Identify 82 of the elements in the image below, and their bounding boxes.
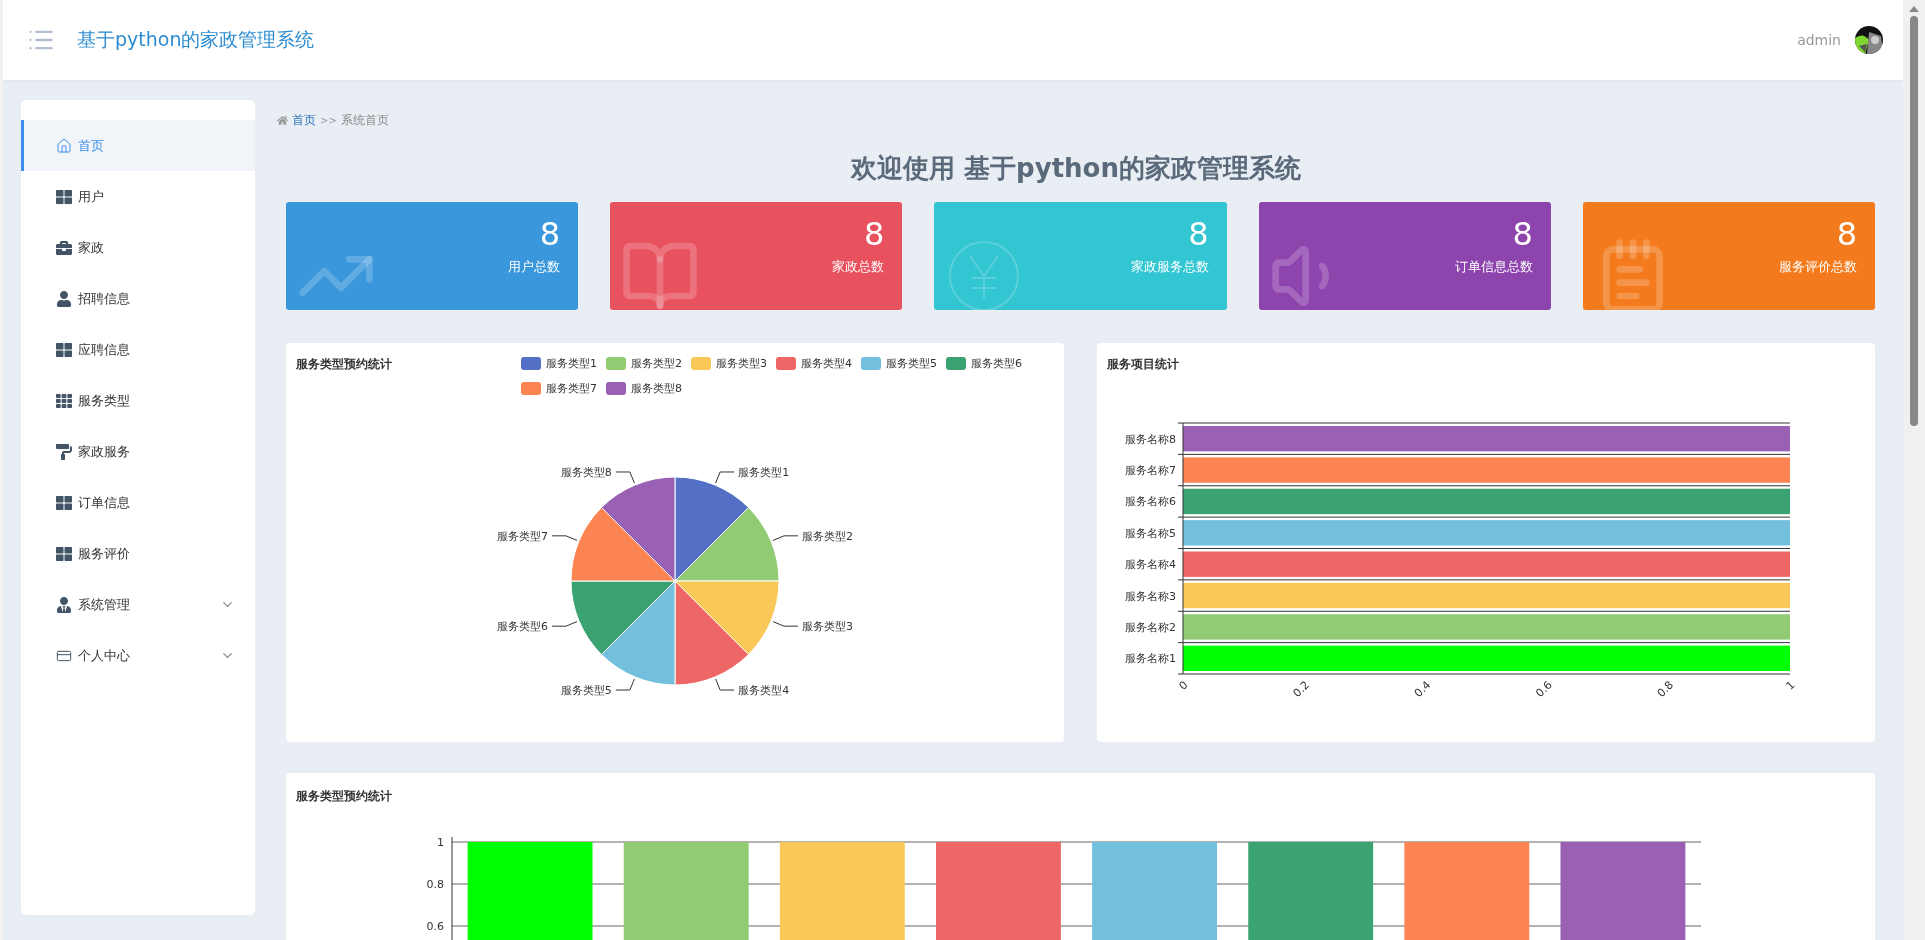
- sidebar-item[interactable]: 个人中心: [21, 630, 255, 681]
- axis-label: 服务名称7: [1125, 464, 1176, 478]
- tick-label: 0.4: [1411, 678, 1434, 700]
- slice-label: 服务类型5: [560, 684, 612, 697]
- grid-icon: [56, 545, 72, 562]
- stat-value: 8: [539, 214, 561, 254]
- tick-label: 0.8: [426, 878, 444, 891]
- breadcrumb-link[interactable]: 首页: [292, 112, 316, 129]
- axis-label: 服务名称2: [1125, 620, 1176, 634]
- leader-line: [551, 535, 578, 541]
- axis-label: 服务名称1: [1125, 652, 1176, 666]
- slice-label: 服务类型7: [497, 529, 548, 543]
- slice-label: 服务类型6: [497, 620, 548, 634]
- legend-label[interactable]: 服务类型6: [971, 355, 1022, 371]
- user-icon: [56, 290, 72, 307]
- axis-label: 服务名称5: [1125, 526, 1176, 540]
- slice-label: 服务类型3: [802, 620, 853, 634]
- tick-label: 0.6: [1533, 678, 1555, 700]
- legend-label[interactable]: 服务类型4: [801, 355, 852, 371]
- legend-label[interactable]: 服务类型5: [886, 355, 937, 371]
- legend-label[interactable]: 服务类型8: [631, 380, 682, 396]
- chart-title: 服务类型预约统计: [296, 789, 392, 803]
- stat-label: 家政服务总数: [1130, 258, 1209, 276]
- axis-label: 服务名称6: [1125, 495, 1176, 509]
- leader-line: [772, 621, 799, 627]
- grid-icon: [56, 188, 72, 205]
- tick-label: 0: [1176, 678, 1191, 693]
- user-icon: [56, 596, 72, 613]
- slice-label: 服务类型1: [738, 466, 790, 479]
- sidebar-item[interactable]: 家政服务: [21, 426, 255, 477]
- leader-line: [551, 621, 578, 627]
- legend-label[interactable]: 服务类型1: [546, 355, 597, 371]
- stat-value: 8: [1188, 214, 1209, 254]
- grid-icon: [56, 494, 72, 511]
- sidebar-item[interactable]: 系统管理: [21, 579, 255, 630]
- paint-roller-icon: [56, 443, 72, 460]
- sidebar-item[interactable]: 家政: [21, 222, 255, 273]
- leader-line: [715, 678, 735, 691]
- slice-label: 服务类型2: [802, 529, 853, 543]
- leader-line: [772, 535, 799, 541]
- legend-label[interactable]: 服务类型7: [546, 380, 597, 396]
- welcome-title: 欢迎使用 基于python的家政管理系统: [849, 152, 1302, 185]
- stat-label: 服务评价总数: [1779, 258, 1857, 276]
- breadcrumb-current: 系统首页: [340, 112, 389, 129]
- tick-label: 0.2: [1290, 678, 1312, 700]
- home-icon: [277, 115, 288, 126]
- sidebar-item[interactable]: 招聘信息: [21, 273, 255, 324]
- briefcase-icon: [56, 239, 72, 256]
- scroll-up-icon[interactable]: [1909, 6, 1919, 12]
- grid-icon: [56, 341, 72, 358]
- breadcrumb-separator: >>: [320, 115, 337, 126]
- legend-label[interactable]: 服务类型2: [631, 355, 682, 371]
- leader-line: [715, 471, 735, 484]
- leader-line: [615, 471, 635, 484]
- axis-label: 服务名称3: [1125, 589, 1176, 603]
- tick-label: 1: [1783, 678, 1798, 693]
- sidebar-item[interactable]: 服务评价: [21, 528, 255, 579]
- sidebar-item[interactable]: 服务类型: [21, 375, 255, 426]
- scrollbar-thumb[interactable]: [1910, 16, 1918, 426]
- sidebar-item[interactable]: 应聘信息: [21, 324, 255, 375]
- legend-label[interactable]: 服务类型3: [716, 355, 767, 371]
- leader-line: [615, 678, 635, 691]
- chart-title: 服务项目统计: [1107, 356, 1179, 373]
- stat-label: 订单信息总数: [1454, 258, 1533, 276]
- stat-label: 家政总数: [832, 258, 885, 276]
- axis-label: 服务名称8: [1125, 432, 1176, 446]
- stat-value: 8: [864, 214, 885, 254]
- stat-value: 8: [1836, 214, 1857, 254]
- slice-label: 服务类型4: [738, 684, 790, 697]
- grid-icon: [56, 392, 72, 409]
- sidebar-item[interactable]: 订单信息: [21, 477, 255, 528]
- stat-value: 8: [1512, 214, 1533, 254]
- app-title: 基于python的家政管理系统: [77, 27, 316, 52]
- tick-label: 1: [437, 836, 444, 849]
- tick-label: 0.8: [1654, 678, 1677, 700]
- sidebar-item[interactable]: 用户: [21, 171, 255, 222]
- home-icon: [56, 137, 72, 154]
- chart-title: 服务类型预约统计: [296, 356, 392, 373]
- stat-label: 用户总数: [508, 258, 561, 276]
- slice-label: 服务类型8: [560, 466, 612, 479]
- tick-label: 0.6: [426, 920, 444, 933]
- axis-label: 服务名称4: [1125, 558, 1176, 572]
